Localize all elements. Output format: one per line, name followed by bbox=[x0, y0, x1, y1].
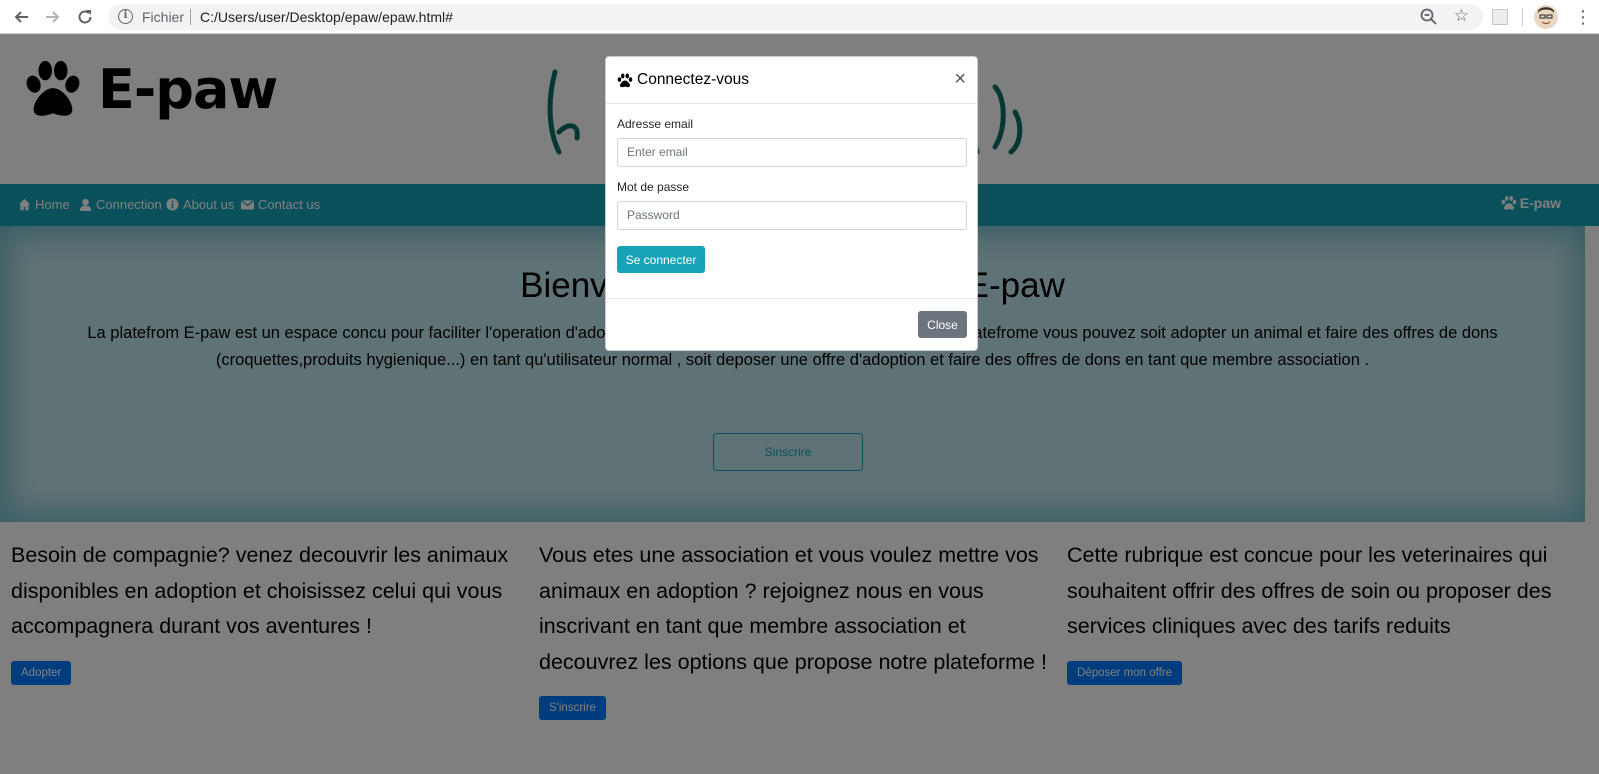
modal-title-label: Connectez-vous bbox=[637, 71, 750, 88]
password-field[interactable]: Password bbox=[617, 201, 967, 230]
toolbar-divider bbox=[1522, 8, 1523, 26]
scheme-label: Fichier bbox=[142, 9, 185, 25]
more-menu-icon[interactable]: ⋮ bbox=[1574, 6, 1592, 28]
zoom-icon[interactable] bbox=[1419, 7, 1439, 27]
close-button[interactable]: Close bbox=[918, 311, 967, 338]
login-modal: Connectez-vous × Adresse email Enter ema… bbox=[605, 56, 978, 351]
email-label: Adresse email bbox=[617, 117, 694, 131]
info-icon[interactable]: i bbox=[118, 9, 133, 24]
modal-title: Connectez-vous bbox=[617, 71, 749, 89]
modal-footer-divider bbox=[606, 298, 977, 299]
reload-icon[interactable] bbox=[74, 6, 96, 28]
browser-toolbar: i Fichier C:/Users/user/Desktop/epaw/epa… bbox=[0, 0, 1599, 34]
password-label: Mot de passe bbox=[617, 180, 690, 194]
url-text[interactable]: C:/Users/user/Desktop/epaw/epaw.html# bbox=[200, 9, 453, 25]
extension-icon[interactable] bbox=[1492, 9, 1508, 25]
bookmark-star-icon[interactable]: ☆ bbox=[1454, 6, 1469, 26]
profile-avatar[interactable] bbox=[1534, 5, 1558, 29]
login-button[interactable]: Se connecter bbox=[617, 246, 705, 273]
paw-icon bbox=[617, 73, 633, 87]
address-bar[interactable]: i Fichier C:/Users/user/Desktop/epaw/epa… bbox=[108, 4, 1483, 30]
modal-header: Connectez-vous × bbox=[606, 57, 977, 104]
address-separator bbox=[190, 9, 191, 25]
close-icon[interactable]: × bbox=[954, 69, 966, 89]
forward-icon[interactable] bbox=[42, 6, 64, 28]
email-field[interactable]: Enter email bbox=[617, 138, 967, 167]
back-icon[interactable] bbox=[10, 6, 32, 28]
